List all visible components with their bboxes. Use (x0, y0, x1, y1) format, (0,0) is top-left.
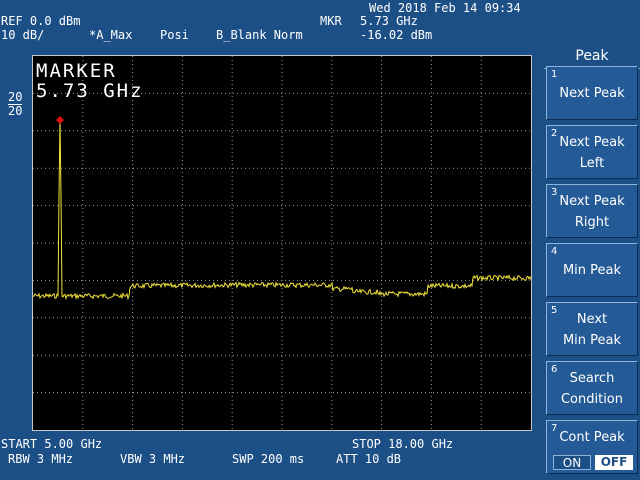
datetime: Wed 2018 Feb 14 09:34 (369, 1, 521, 15)
marker-label: MKR (320, 14, 342, 28)
softkey-label-line2: Left (579, 156, 605, 171)
scale-bottom-label: 20 (8, 104, 23, 118)
softkey-label: Next Peak (559, 86, 625, 101)
reference-level: REF 0.0 dBm (1, 14, 81, 28)
next-peak-left-button[interactable]: 2 Next Peak Left (546, 125, 638, 179)
status-footer: START 5.00 GHz STOP 18.00 GHz RBW 3 MHz … (0, 436, 543, 480)
vbw-value: VBW 3 MHz (120, 452, 186, 466)
search-condition-button[interactable]: 6 Search Condition (546, 361, 638, 415)
softkey-label-line2: Right (574, 215, 610, 230)
marker-readout-value: 5.73 GHz (36, 80, 144, 102)
min-peak-button[interactable]: 4 Min Peak (546, 243, 638, 297)
rbw-value: RBW 3 MHz (8, 452, 74, 466)
marker-frequency: 5.73 GHz (360, 14, 418, 28)
softkey-label: Cont Peak (559, 430, 625, 445)
attenuation: ATT 10 dB (336, 452, 402, 466)
softkey-label: Next Peak (559, 194, 625, 209)
vertical-scale: 10 dB/ (1, 28, 45, 42)
sweep-time: SWP 200 ms (232, 452, 305, 466)
softkey-panel: Peak 1 Next Peak 2 Next Peak Left 3 Next… (544, 42, 640, 480)
next-peak-button[interactable]: 1 Next Peak (546, 66, 638, 120)
toggle-off-option[interactable]: OFF (595, 455, 633, 470)
marker-diamond-icon (56, 116, 64, 124)
marker-readout-title: MARKER (36, 60, 117, 82)
softkey-label: Next Peak (559, 135, 625, 150)
stop-frequency: STOP 18.00 GHz (352, 437, 454, 451)
softkey-label-line2: Condition (560, 392, 624, 407)
scale-top-label: 20 (8, 90, 23, 105)
toggle-on-option[interactable]: ON (553, 455, 591, 470)
softkey-label: Search (569, 371, 615, 386)
cont-peak-toggle[interactable]: ON OFF (553, 455, 633, 470)
next-min-peak-button[interactable]: 5 Next Min Peak (546, 302, 638, 356)
status-header: Wed 2018 Feb 14 09:34 REF 0.0 dBm 10 dB/… (0, 0, 543, 42)
marker-readout: MARKER 5.73 GHz (36, 61, 144, 101)
trace-mode: *A_Max (89, 28, 133, 42)
softkey-number: 4 (551, 246, 558, 257)
next-peak-right-button[interactable]: 3 Next Peak Right (546, 184, 638, 238)
detector-mode: Posi (160, 28, 189, 42)
spectrum-display (32, 55, 532, 431)
cont-peak-button[interactable]: 7 Cont Peak ON OFF (546, 420, 638, 474)
spectrum-grid (33, 56, 531, 430)
trace-b-status: B_Blank Norm (216, 28, 303, 42)
softkey-label-line2: Min Peak (562, 333, 622, 348)
softkey-label: Min Peak (562, 263, 622, 278)
start-frequency: START 5.00 GHz (1, 437, 103, 451)
softkey-label: Next (576, 312, 608, 327)
marker-level: -16.02 dBm (360, 28, 433, 42)
softkey-number: 1 (551, 69, 558, 80)
